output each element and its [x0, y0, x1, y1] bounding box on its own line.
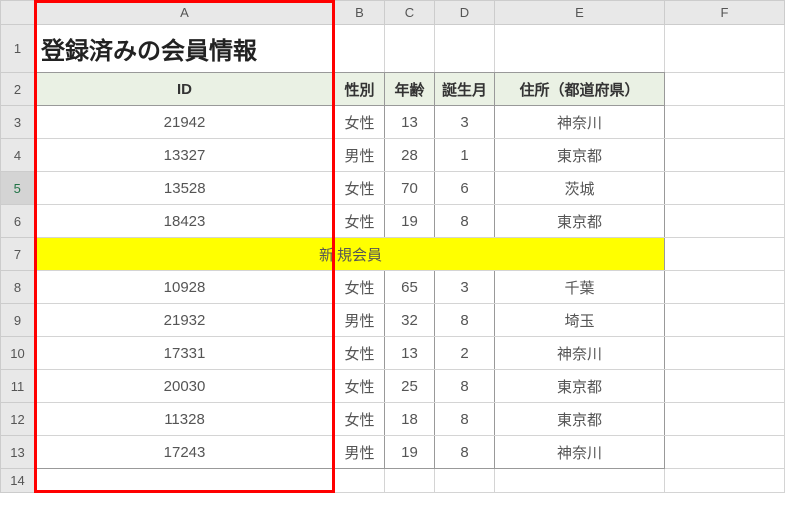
row-header-1[interactable]: 1	[1, 25, 35, 73]
col-header-A[interactable]: A	[35, 1, 335, 25]
header-id[interactable]: ID	[35, 73, 335, 106]
cell[interactable]	[335, 469, 385, 493]
row-header-3[interactable]: 3	[1, 106, 35, 139]
cell[interactable]: 神奈川	[495, 106, 665, 139]
header-address[interactable]: 住所（都道府県）	[495, 73, 665, 106]
cell[interactable]: 8	[435, 304, 495, 337]
cell[interactable]: 6	[435, 172, 495, 205]
cell[interactable]: 3	[435, 271, 495, 304]
cell[interactable]: 65	[385, 271, 435, 304]
col-header-C[interactable]: C	[385, 1, 435, 25]
cell[interactable]: 女性	[335, 271, 385, 304]
cell[interactable]: 8	[435, 370, 495, 403]
cell[interactable]: 神奈川	[495, 436, 665, 469]
merged-label-part-a[interactable]: 新	[35, 238, 335, 271]
cell[interactable]: 女性	[335, 205, 385, 238]
cell[interactable]: 20030	[35, 370, 335, 403]
merged-label-part-b[interactable]: 規会員	[335, 238, 665, 271]
cell[interactable]: 70	[385, 172, 435, 205]
cell[interactable]: 32	[385, 304, 435, 337]
cell[interactable]: 10928	[35, 271, 335, 304]
cell[interactable]: 茨城	[495, 172, 665, 205]
cell[interactable]: 21942	[35, 106, 335, 139]
cell[interactable]: 東京都	[495, 370, 665, 403]
cell[interactable]: 13	[385, 106, 435, 139]
row-header-4[interactable]: 4	[1, 139, 35, 172]
spreadsheet: A B C D E F 1 登録済みの会員情報 2 ID 性別 年齢 誕生月 住…	[0, 0, 800, 520]
grid[interactable]: A B C D E F 1 登録済みの会員情報 2 ID 性別 年齢 誕生月 住…	[0, 0, 785, 493]
cell[interactable]: 2	[435, 337, 495, 370]
cell[interactable]: 東京都	[495, 205, 665, 238]
row-header-7[interactable]: 7	[1, 238, 35, 271]
cell[interactable]: 1	[435, 139, 495, 172]
cell[interactable]: 8	[435, 205, 495, 238]
cell[interactable]: 女性	[335, 370, 385, 403]
header-birthmonth[interactable]: 誕生月	[435, 73, 495, 106]
row-header-8[interactable]: 8	[1, 271, 35, 304]
cell[interactable]: 3	[435, 106, 495, 139]
cell[interactable]	[495, 469, 665, 493]
cell[interactable]	[665, 469, 785, 493]
cell[interactable]	[385, 469, 435, 493]
cell[interactable]	[35, 469, 335, 493]
row-header-14[interactable]: 14	[1, 469, 35, 493]
cell[interactable]: 21932	[35, 304, 335, 337]
header-sex[interactable]: 性別	[335, 73, 385, 106]
col-header-E[interactable]: E	[495, 1, 665, 25]
cell[interactable]: 8	[435, 436, 495, 469]
cell[interactable]: 女性	[335, 337, 385, 370]
row-header-2[interactable]: 2	[1, 73, 35, 106]
cell[interactable]: 8	[435, 403, 495, 436]
cell[interactable]: 男性	[335, 139, 385, 172]
cell[interactable]: 女性	[335, 403, 385, 436]
row-header-9[interactable]: 9	[1, 304, 35, 337]
cell[interactable]: 19	[385, 436, 435, 469]
cell[interactable]	[435, 469, 495, 493]
title-cell[interactable]: 登録済みの会員情報	[35, 25, 335, 73]
cell[interactable]: 19	[385, 205, 435, 238]
cell[interactable]: 11328	[35, 403, 335, 436]
col-header-D[interactable]: D	[435, 1, 495, 25]
cell[interactable]: 埼玉	[495, 304, 665, 337]
row-header-6[interactable]: 6	[1, 205, 35, 238]
col-header-B[interactable]: B	[335, 1, 385, 25]
row-header-5[interactable]: 5	[1, 172, 35, 205]
cell[interactable]: 女性	[335, 172, 385, 205]
cell[interactable]: 東京都	[495, 139, 665, 172]
row-header-13[interactable]: 13	[1, 436, 35, 469]
cell[interactable]: 神奈川	[495, 337, 665, 370]
cell[interactable]: 18	[385, 403, 435, 436]
cell[interactable]: 13528	[35, 172, 335, 205]
header-age[interactable]: 年齢	[385, 73, 435, 106]
cell[interactable]: 男性	[335, 304, 385, 337]
cell[interactable]: 17243	[35, 436, 335, 469]
cell[interactable]: 13	[385, 337, 435, 370]
cell[interactable]: 18423	[35, 205, 335, 238]
col-header-F[interactable]: F	[665, 1, 785, 25]
row-header-10[interactable]: 10	[1, 337, 35, 370]
row-header-12[interactable]: 12	[1, 403, 35, 436]
cell[interactable]: 28	[385, 139, 435, 172]
row-header-11[interactable]: 11	[1, 370, 35, 403]
cell[interactable]: 13327	[35, 139, 335, 172]
cell[interactable]: 17331	[35, 337, 335, 370]
cell[interactable]: 25	[385, 370, 435, 403]
cell[interactable]: 東京都	[495, 403, 665, 436]
cell[interactable]: 女性	[335, 106, 385, 139]
select-all-corner[interactable]	[1, 1, 35, 25]
cell[interactable]: 千葉	[495, 271, 665, 304]
cell[interactable]: 男性	[335, 436, 385, 469]
